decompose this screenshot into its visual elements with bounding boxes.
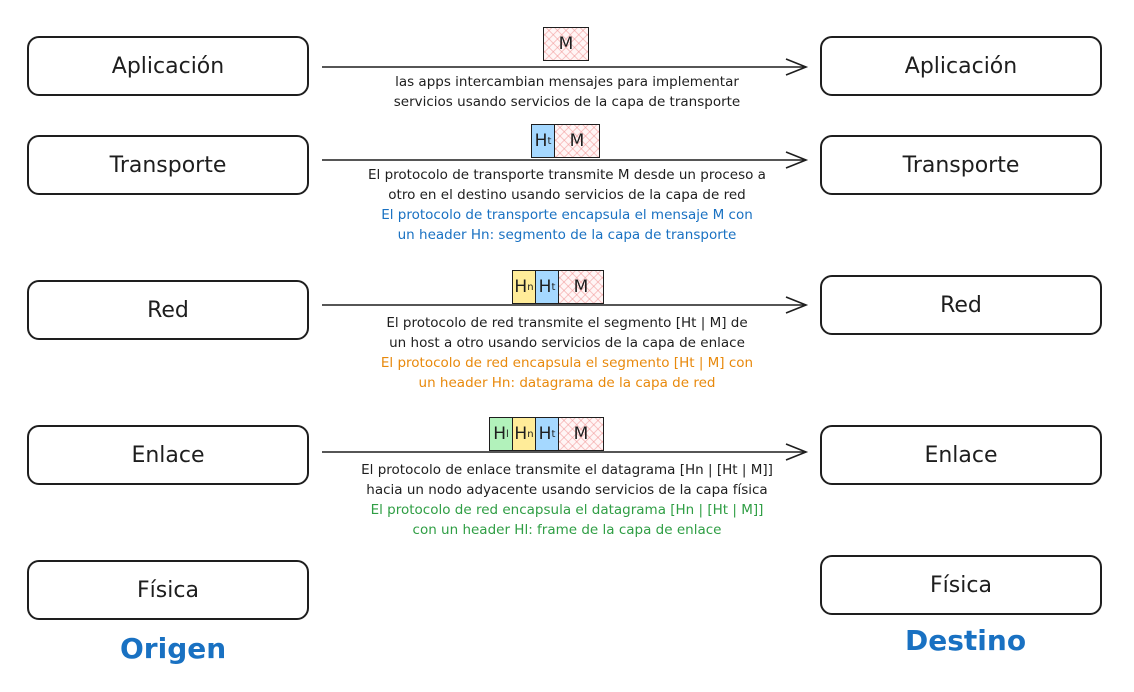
layer-label: Enlace	[924, 442, 998, 468]
caption-network: El protocolo de red transmite el segment…	[312, 313, 822, 393]
message-label: M	[569, 131, 585, 151]
header-subscript: t	[547, 135, 552, 147]
layer-label: Aplicación	[904, 53, 1018, 79]
layer-label: Física	[930, 572, 992, 598]
header-letter: H	[493, 424, 506, 444]
header-letter: H	[534, 131, 548, 151]
layer-label: Red	[940, 292, 982, 318]
header-t-cell: Ht	[535, 270, 559, 304]
destination-layer-network: Red	[820, 275, 1102, 335]
layer-label: Enlace	[131, 442, 205, 468]
caption-line: otro en el destino usando servicios de l…	[388, 187, 746, 203]
caption-transport: El protocolo de transporte transmite M d…	[312, 165, 822, 245]
destination-layer-application: Aplicación	[820, 36, 1102, 96]
caption-note: un header Hn: datagrama de la capa de re…	[418, 375, 716, 391]
caption-note: El protocolo de red encapsula el datagra…	[370, 502, 764, 518]
layer-label: Red	[147, 297, 189, 323]
caption-application: las apps intercambian mensajes para impl…	[322, 72, 812, 112]
origin-layer-physical: Física	[27, 560, 309, 620]
header-subscript: n	[527, 428, 534, 440]
message-label: M	[573, 424, 589, 444]
destination-label: Destino	[905, 624, 1027, 657]
header-n-cell: Hn	[512, 270, 536, 304]
message-label: M	[573, 277, 589, 297]
origin-layer-link: Enlace	[27, 425, 309, 485]
header-subscript: n	[527, 281, 534, 293]
destination-layer-link: Enlace	[820, 425, 1102, 485]
caption-line: hacia un nodo adyacente usando servicios…	[366, 482, 768, 498]
caption-note: un header Hn: segmento de la capa de tra…	[397, 227, 737, 243]
caption-line: un host a otro usando servicios de la ca…	[389, 335, 745, 351]
header-n-cell: Hn	[512, 417, 536, 451]
caption-link: El protocolo de enlace transmite el data…	[302, 460, 832, 540]
origin-layer-network: Red	[27, 280, 309, 340]
layer-label: Transporte	[109, 152, 227, 178]
header-subscript: t	[551, 428, 556, 440]
message-cell: M	[554, 124, 600, 158]
layer-label: Aplicación	[111, 53, 225, 79]
packet-link: Hl Hn Ht M	[489, 417, 604, 451]
layer-label: Transporte	[902, 152, 1020, 178]
caption-line: El protocolo de transporte transmite M d…	[368, 167, 766, 183]
caption-note: El protocolo de transporte encapsula el …	[381, 207, 753, 223]
caption-note: El protocolo de red encapsula el segment…	[380, 355, 754, 371]
caption-line: El protocolo de red transmite el segment…	[386, 315, 748, 331]
message-label: M	[558, 34, 574, 54]
message-cell: M	[558, 270, 604, 304]
header-letter: H	[514, 277, 528, 297]
packet-network: Hn Ht M	[512, 270, 604, 304]
caption-line: las apps intercambian mensajes para impl…	[395, 74, 739, 90]
header-subscript: t	[551, 281, 556, 293]
destination-layer-physical: Física	[820, 555, 1102, 615]
header-t-cell: Ht	[535, 417, 559, 451]
packet-transport: Ht M	[531, 124, 600, 158]
layer-label: Física	[137, 577, 199, 603]
message-cell: M	[543, 27, 589, 61]
origin-layer-application: Aplicación	[27, 36, 309, 96]
destination-layer-transport: Transporte	[820, 135, 1102, 195]
message-cell: M	[558, 417, 604, 451]
caption-line: El protocolo de enlace transmite el data…	[361, 462, 773, 478]
caption-line: servicios usando servicios de la capa de…	[393, 94, 741, 110]
header-letter: H	[538, 277, 552, 297]
origin-label: Origen	[120, 632, 227, 665]
packet-application: M	[543, 27, 589, 61]
caption-note: con un header Hl: frame de la capa de en…	[412, 522, 722, 538]
header-letter: H	[514, 424, 528, 444]
header-t-cell: Ht	[531, 124, 555, 158]
origin-layer-transport: Transporte	[27, 135, 309, 195]
header-subscript: l	[506, 428, 509, 440]
header-l-cell: Hl	[489, 417, 513, 451]
header-letter: H	[538, 424, 552, 444]
